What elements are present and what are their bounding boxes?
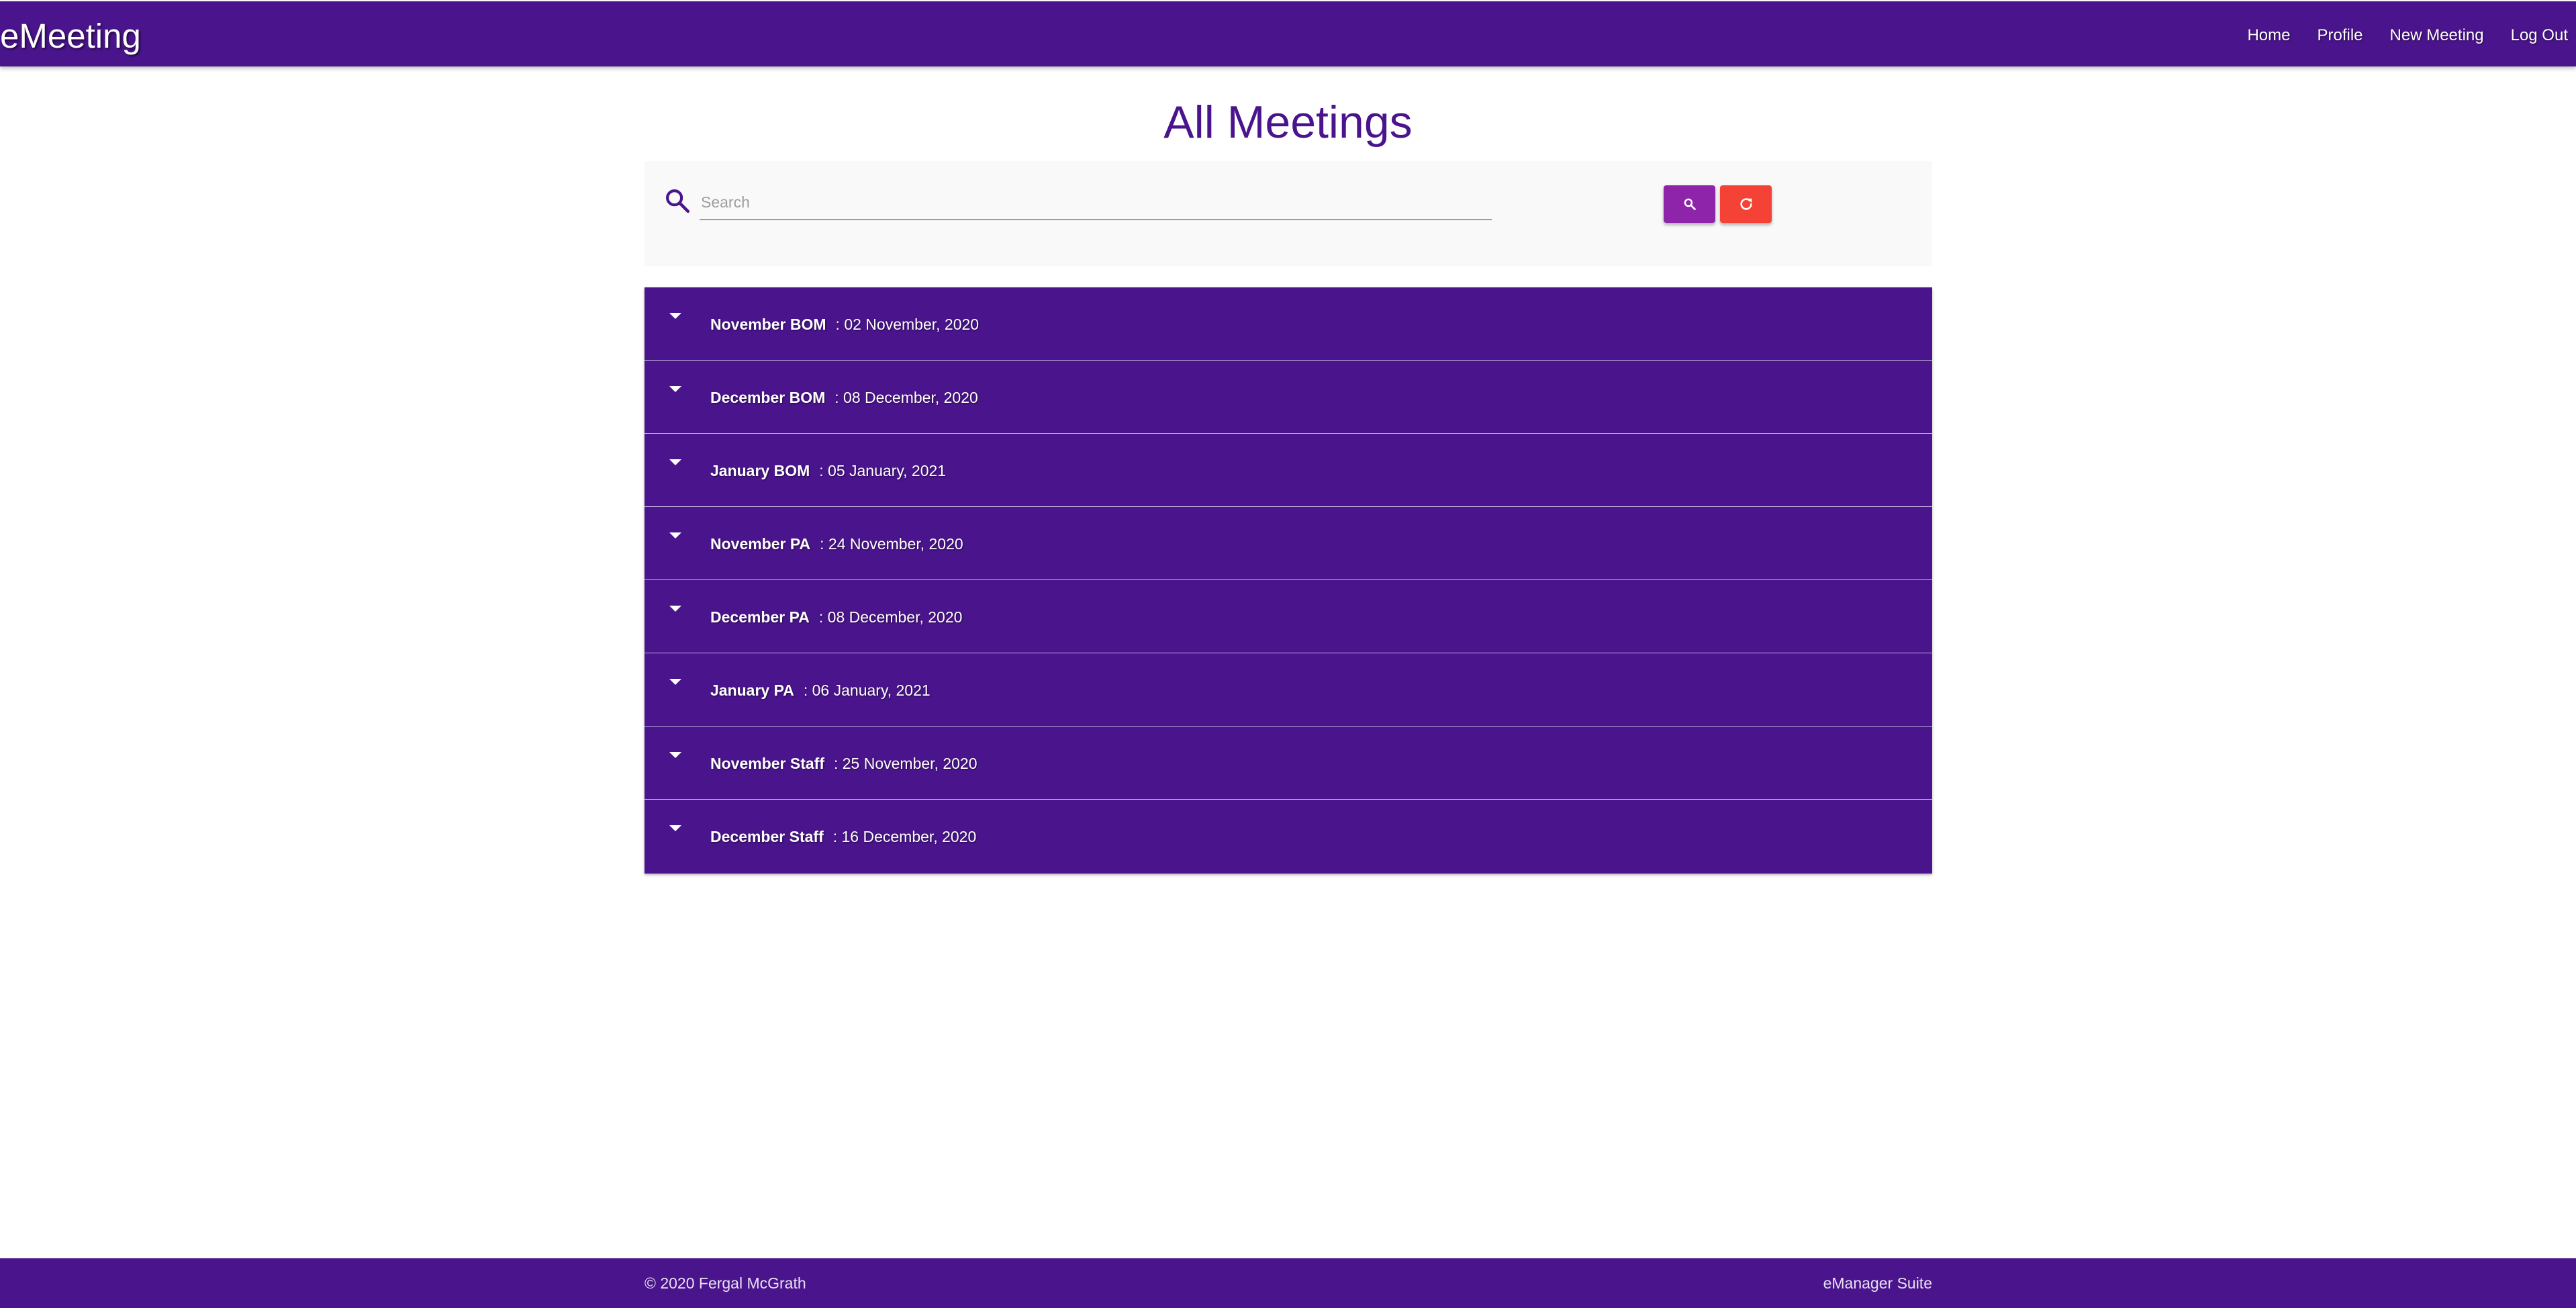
reset-button[interactable]: [1720, 185, 1772, 223]
footer-suite-name: eManager Suite: [1823, 1274, 1932, 1292]
nav-profile-link[interactable]: Profile: [2318, 26, 2363, 46]
meeting-name: December BOM: [710, 389, 826, 406]
meeting-name: December PA: [710, 608, 810, 626]
meeting-item[interactable]: January PA : 06 January, 2021: [645, 653, 1932, 727]
caret-down-icon: [669, 313, 681, 319]
caret-down-icon: [669, 825, 681, 831]
caret-down-icon: [669, 606, 681, 612]
meeting-date: : 08 December, 2020: [834, 389, 978, 406]
caret-down-icon: [669, 752, 681, 758]
nav-home-link[interactable]: Home: [2247, 26, 2290, 46]
caret-down-icon: [669, 459, 681, 465]
meeting-item[interactable]: December PA : 08 December, 2020: [645, 580, 1932, 653]
refresh-icon: [1739, 198, 1752, 210]
magnifier-icon: [1684, 198, 1696, 210]
meeting-date: : 24 November, 2020: [820, 535, 963, 553]
meeting-item[interactable]: November Staff : 25 November, 2020: [645, 727, 1932, 800]
search-panel: [645, 161, 1932, 266]
meeting-name: November Staff: [710, 755, 824, 772]
nav-new-meeting-link[interactable]: New Meeting: [2390, 26, 2484, 46]
meeting-date: : 02 November, 2020: [835, 316, 980, 333]
meeting-item[interactable]: December Staff : 16 December, 2020: [645, 800, 1932, 874]
caret-down-icon: [669, 386, 681, 392]
brand-logo[interactable]: eMeeting: [0, 17, 141, 55]
meeting-date: : 05 January, 2021: [819, 462, 947, 479]
top-navbar: eMeeting Home Profile New Meeting Log Ou…: [0, 1, 2576, 66]
footer-copyright: © 2020 Fergal McGrath: [645, 1274, 806, 1292]
search-button[interactable]: [1664, 185, 1715, 223]
caret-down-icon: [669, 532, 681, 539]
nav-links: Home Profile New Meeting Log Out: [2247, 26, 2576, 46]
meeting-item[interactable]: December BOM : 08 December, 2020: [645, 361, 1932, 434]
meeting-date: : 08 December, 2020: [818, 608, 963, 626]
search-icon: [666, 189, 690, 214]
meeting-name: December Staff: [710, 828, 824, 845]
meeting-date: : 06 January, 2021: [803, 682, 931, 699]
meeting-date: : 25 November, 2020: [833, 755, 977, 772]
meeting-name: November BOM: [710, 316, 826, 333]
footer: © 2020 Fergal McGrath eManager Suite: [0, 1258, 2576, 1308]
meetings-list: November BOM : 02 November, 2020 December…: [645, 287, 1932, 874]
meeting-item[interactable]: January BOM : 05 January, 2021: [645, 434, 1932, 507]
meeting-name: January PA: [710, 682, 794, 699]
meeting-item[interactable]: November PA : 24 November, 2020: [645, 507, 1932, 580]
nav-logout-link[interactable]: Log Out: [2511, 26, 2568, 46]
meeting-name: November PA: [710, 535, 811, 553]
meeting-name: January BOM: [710, 462, 810, 479]
meeting-item[interactable]: November BOM : 02 November, 2020: [645, 287, 1932, 361]
meeting-date: : 16 December, 2020: [832, 828, 977, 845]
search-input[interactable]: [700, 185, 1492, 220]
page-title: All Meetings: [1163, 97, 1413, 148]
caret-down-icon: [669, 679, 681, 685]
